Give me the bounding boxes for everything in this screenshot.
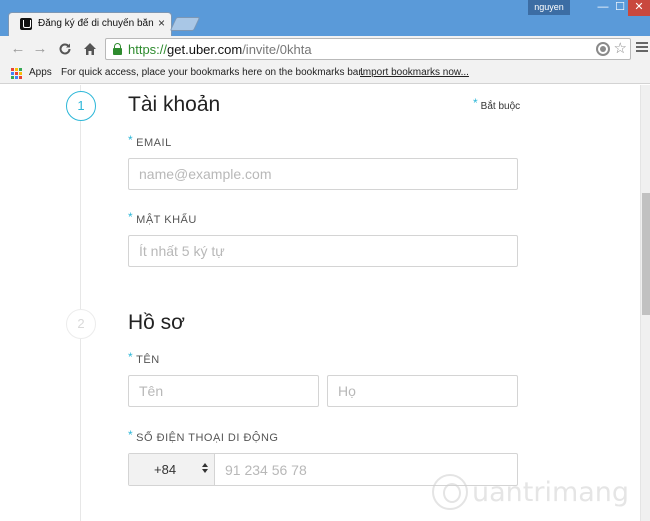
- required-note-text: Bắt buộc: [480, 101, 521, 112]
- reload-icon[interactable]: [56, 40, 74, 58]
- import-bookmarks-link[interactable]: Import bookmarks now...: [360, 67, 469, 78]
- required-asterisk: *: [128, 210, 134, 224]
- watermark-text: uantrimang: [472, 477, 630, 508]
- browser-tab[interactable]: Đăng ký để di chuyển bằng Uber ×: [8, 12, 172, 36]
- phone-label: * SỐ ĐIỆN THOẠI DI ĐỘNG: [128, 428, 279, 444]
- name-label: * TÊN: [128, 350, 160, 366]
- new-tab-button[interactable]: [169, 17, 201, 31]
- country-code-value: +84: [154, 462, 177, 477]
- window-close-icon[interactable]: ✕: [628, 0, 650, 16]
- page-scrollbar[interactable]: [640, 85, 650, 521]
- home-icon[interactable]: [81, 40, 99, 58]
- required-asterisk: *: [128, 350, 134, 364]
- lock-icon: [113, 43, 122, 55]
- password-label: * MẬT KHẨU: [128, 210, 197, 226]
- first-name-field[interactable]: [128, 375, 319, 407]
- profile-section-title: Hồ sơ: [128, 311, 185, 334]
- window-frame: Đăng ký để di chuyển bằng Uber × nguyen …: [0, 0, 650, 36]
- browser-toolbar: ← → https://get.uber.com/invite/0khta ☆: [0, 36, 650, 62]
- email-field[interactable]: [128, 158, 518, 190]
- url-path: /invite/0khta: [242, 42, 312, 57]
- required-note: * Bắt buộc: [473, 96, 521, 112]
- step-indicator-2: 2: [66, 309, 96, 339]
- address-bar[interactable]: https://get.uber.com/invite/0khta ☆: [105, 38, 631, 60]
- select-arrows-icon: [202, 462, 208, 476]
- menu-icon[interactable]: [636, 42, 648, 54]
- url-text: https://get.uber.com/invite/0khta: [128, 42, 312, 57]
- extension-icon[interactable]: [596, 42, 610, 56]
- password-label-text: MẬT KHẨU: [136, 214, 197, 226]
- tab-title: Đăng ký để di chuyển bằng Uber: [38, 18, 154, 29]
- required-asterisk: *: [128, 428, 134, 442]
- last-name-field[interactable]: [327, 375, 518, 407]
- country-code-select[interactable]: +84: [129, 454, 215, 485]
- step-connector-line: [80, 85, 81, 521]
- email-label: * EMAIL: [128, 133, 172, 149]
- required-asterisk: *: [128, 133, 134, 147]
- step-indicator-1: 1: [66, 91, 96, 121]
- scrollbar-thumb[interactable]: [642, 193, 650, 315]
- url-scheme: https://: [128, 42, 168, 57]
- account-section-title: Tài khoản: [128, 93, 221, 116]
- minimize-icon[interactable]: —: [594, 0, 612, 16]
- phone-label-text: SỐ ĐIỆN THOẠI DI ĐỘNG: [136, 432, 279, 444]
- uber-favicon-icon: [20, 18, 32, 30]
- back-arrow-icon[interactable]: ←: [9, 40, 27, 58]
- password-field[interactable]: [128, 235, 518, 267]
- required-asterisk: *: [473, 96, 478, 110]
- bookmark-star-icon[interactable]: ☆: [614, 40, 627, 58]
- bookmarks-hint: For quick access, place your bookmarks h…: [61, 67, 364, 78]
- apps-grid-icon[interactable]: [11, 68, 23, 80]
- name-label-text: TÊN: [136, 354, 160, 366]
- apps-link[interactable]: Apps: [29, 67, 52, 78]
- watermark-logo-icon: [432, 474, 468, 510]
- email-label-text: EMAIL: [136, 137, 172, 149]
- tab-close-icon[interactable]: ×: [158, 16, 165, 30]
- profile-button[interactable]: nguyen: [528, 0, 570, 15]
- forward-arrow-icon[interactable]: →: [31, 40, 49, 58]
- watermark: uantrimang: [428, 470, 638, 516]
- maximize-icon[interactable]: ☐: [611, 0, 629, 16]
- signup-page: 1 2 Tài khoản *Bắt buộc *EMAIL *MẬT KHẨU…: [0, 85, 640, 521]
- url-host: get.uber.com: [167, 42, 243, 57]
- bookmarks-bar: Apps For quick access, place your bookma…: [0, 62, 650, 84]
